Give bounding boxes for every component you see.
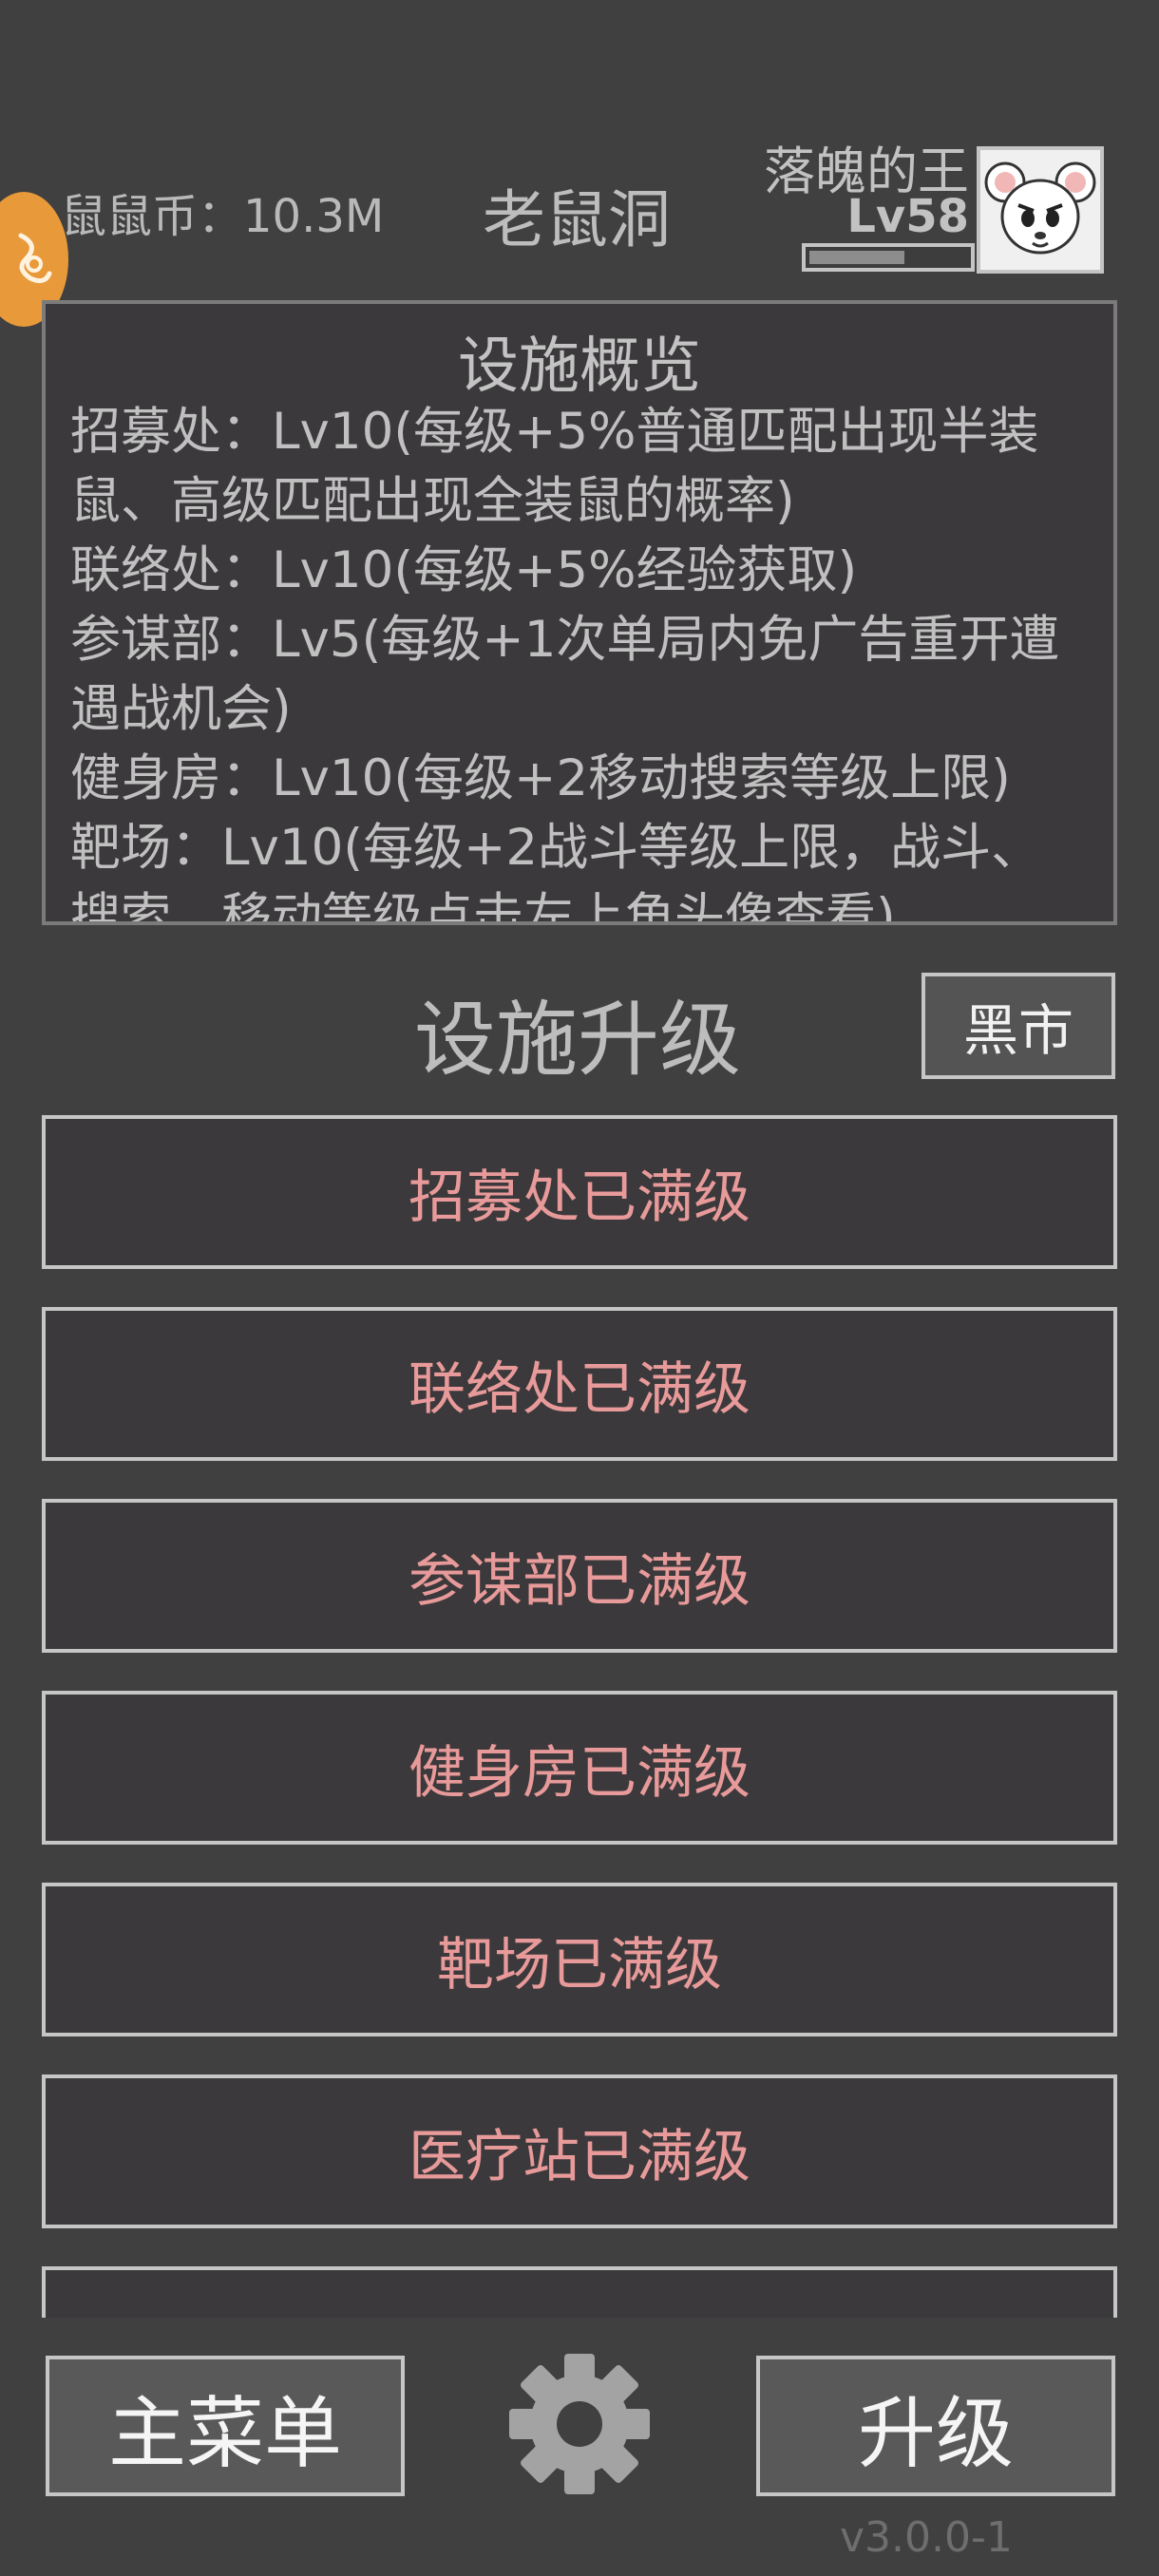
upgrade-list[interactable]: 招募处已满级 联络处已满级 参谋部已满级 健身房已满级 靶场已满级 医疗站已满级 — [42, 1115, 1117, 2318]
upgrade-section-title: 设施升级 — [414, 993, 741, 1088]
upgrade-range-button[interactable]: 靶场已满级 — [42, 1883, 1117, 2036]
overview-line-staff: 参谋部：Lv5(每级+1次单局内免广告重开遭遇战机会) — [70, 611, 1060, 738]
player-level: Lv58 — [846, 190, 969, 243]
overview-list: 招募处：Lv10(每级+5%普通匹配出现半装鼠、高级匹配出现全装鼠的概率) 联络… — [70, 397, 1089, 925]
exp-bar — [802, 243, 975, 272]
upgrade-button[interactable]: 升级 — [756, 2356, 1115, 2496]
swirl-icon — [18, 233, 52, 284]
upgrade-next-button[interactable] — [42, 2266, 1117, 2318]
black-market-button[interactable]: 黑市 — [922, 973, 1115, 1079]
upgrade-staff-button[interactable]: 参谋部已满级 — [42, 1499, 1117, 1653]
upgrade-recruit-button[interactable]: 招募处已满级 — [42, 1115, 1117, 1269]
settings-button[interactable] — [507, 2352, 652, 2496]
upgrade-liaison-button[interactable]: 联络处已满级 — [42, 1307, 1117, 1461]
overview-title: 设施概览 — [458, 331, 701, 402]
main-menu-button[interactable]: 主菜单 — [46, 2356, 405, 2496]
overview-line-gym: 健身房：Lv10(每级+2移动搜索等级上限) — [70, 749, 1011, 807]
page-title: 老鼠洞 — [483, 183, 671, 256]
player-avatar[interactable] — [977, 146, 1104, 274]
gear-icon — [509, 2354, 650, 2494]
facility-overview-panel[interactable]: 设施概览 招募处：Lv10(每级+5%普通匹配出现半装鼠、高级匹配出现全装鼠的概… — [42, 300, 1117, 925]
exp-bar-fill — [809, 251, 904, 264]
coin-balance: 鼠鼠币：10.3M — [61, 190, 385, 243]
upgrade-gym-button[interactable]: 健身房已满级 — [42, 1691, 1117, 1845]
overview-line-range: 靶场：Lv10(每级+2战斗等级上限，战斗、搜索、移动等级点击左上角头像查看) — [70, 819, 1042, 925]
upgrade-medical-button[interactable]: 医疗站已满级 — [42, 2074, 1117, 2228]
mouse-avatar-icon — [980, 150, 1100, 270]
overview-line-recruit: 招募处：Lv10(每级+5%普通匹配出现半装鼠、高级匹配出现全装鼠的概率) — [70, 403, 1039, 530]
version-label: v3.0.0-1 — [840, 2513, 1013, 2562]
overview-line-liaison: 联络处：Lv10(每级+5%经验获取) — [70, 541, 858, 599]
